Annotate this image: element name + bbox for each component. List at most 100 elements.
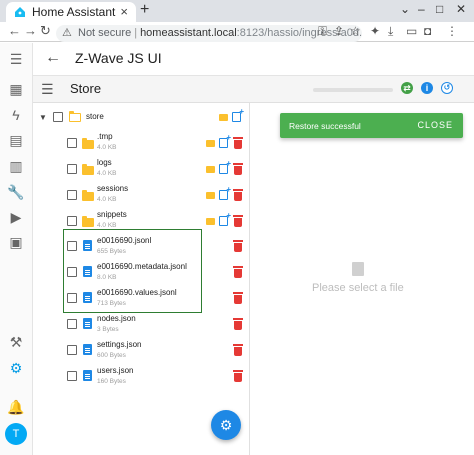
hammer-icon[interactable]: ⚒ xyxy=(8,334,24,350)
item-checkbox[interactable] xyxy=(67,138,77,148)
delete-icon[interactable] xyxy=(233,344,243,356)
item-name[interactable]: logs xyxy=(97,158,112,167)
folder-icon xyxy=(82,190,94,201)
maximize-icon[interactable]: □ xyxy=(436,2,443,16)
new-folder-icon[interactable] xyxy=(206,218,215,225)
menu-icon[interactable]: ☰ xyxy=(8,51,24,67)
delete-icon[interactable] xyxy=(233,266,243,278)
url-host: homeassistant.local xyxy=(140,27,237,39)
zwave-toolbar: ☰ Store ⇄ i ↺ xyxy=(33,76,474,103)
new-folder-icon[interactable] xyxy=(219,114,228,121)
bell-icon[interactable]: 🔔 xyxy=(7,399,24,415)
app-title: Z-Wave JS UI xyxy=(75,50,162,66)
item-checkbox[interactable] xyxy=(67,164,77,174)
profile-icon[interactable]: ◘ xyxy=(424,24,431,38)
new-file-icon[interactable] xyxy=(219,211,231,226)
ha-sidebar: ☰ ▦ ϟ ▤ ▥ 🔧 ▶ ▣ ⚒ ⚙ 🔔 T xyxy=(0,43,33,455)
new-folder-icon[interactable] xyxy=(206,192,215,199)
energy-icon[interactable]: ϟ xyxy=(8,107,24,123)
expand-toggle-icon[interactable]: ▼ xyxy=(39,113,47,122)
item-size: 4.0 KB xyxy=(97,170,117,177)
download-icon[interactable]: ⤓ xyxy=(388,24,393,39)
media-icon[interactable]: ▶ xyxy=(8,209,24,225)
key-icon[interactable]: ⚿ xyxy=(318,24,327,39)
avatar[interactable]: T xyxy=(5,423,27,445)
snackbar-message: Restore successful xyxy=(289,121,361,131)
url-field[interactable]: ⚠ Not secure | homeassistant.local:8123/ha… xyxy=(56,25,362,42)
new-folder-icon[interactable] xyxy=(206,140,215,147)
item-name[interactable]: snippets xyxy=(97,210,127,219)
browser-forward-icon[interactable]: → xyxy=(24,23,37,38)
delete-icon[interactable] xyxy=(233,318,243,330)
snackbar-close-button[interactable]: CLOSE xyxy=(417,120,453,130)
history-restore-icon[interactable]: ↺ xyxy=(441,82,453,94)
app-bar: ← Z-Wave JS UI xyxy=(33,43,474,76)
extensions-icon[interactable]: ✦ xyxy=(370,24,380,38)
item-size: 600 Bytes xyxy=(97,352,126,359)
selection-highlight xyxy=(63,229,202,313)
item-size: 4.0 KB xyxy=(97,222,117,229)
new-file-icon[interactable] xyxy=(219,185,231,200)
item-name[interactable]: settings.json xyxy=(97,340,141,349)
info-icon[interactable]: i xyxy=(421,82,433,94)
back-arrow-icon[interactable]: ← xyxy=(45,49,61,67)
security-label: Not secure xyxy=(78,27,132,39)
delete-icon[interactable] xyxy=(233,292,243,304)
item-size: 160 Bytes xyxy=(97,378,126,385)
item-checkbox[interactable] xyxy=(67,371,77,381)
root-checkbox[interactable] xyxy=(53,112,63,122)
item-name[interactable]: .tmp xyxy=(97,132,113,141)
root-folder-name[interactable]: store xyxy=(86,112,104,121)
item-size: 4.0 KB xyxy=(97,144,117,151)
delete-icon[interactable] xyxy=(233,189,243,201)
not-secure-icon: ⚠ xyxy=(62,27,72,39)
delete-icon[interactable] xyxy=(233,240,243,252)
new-folder-icon[interactable] xyxy=(206,166,215,173)
todo-icon[interactable]: ▣ xyxy=(8,234,24,250)
browser-tab[interactable]: Home Assistant × xyxy=(6,2,136,22)
page-title: Store xyxy=(70,81,102,96)
settings-icon[interactable]: ⚙ xyxy=(8,360,24,376)
window-close-icon[interactable]: ✕ xyxy=(456,2,466,16)
hamburger-menu-icon[interactable]: ☰ xyxy=(41,81,54,98)
empty-state-text: Please select a file xyxy=(312,282,404,294)
reload-icon[interactable]: ↻ xyxy=(40,23,51,39)
new-file-icon[interactable] xyxy=(219,133,231,148)
developer-icon[interactable]: 🔧 xyxy=(7,184,24,200)
tab-title: Home Assistant xyxy=(32,5,116,19)
item-name[interactable]: nodes.json xyxy=(97,314,136,323)
new-tab-button[interactable]: + xyxy=(140,1,149,19)
settings-fab-button[interactable]: ⚙ xyxy=(211,410,241,440)
file-icon xyxy=(83,344,92,355)
reading-list-icon[interactable]: ▭ xyxy=(406,24,417,38)
snackbar: Restore successful CLOSE xyxy=(280,113,463,138)
browser-tab-bar: Home Assistant × + ⌄ – □ ✕ xyxy=(0,0,474,22)
bookmark-star-icon[interactable]: ☆ xyxy=(350,24,361,38)
sync-icon[interactable]: ⇄ xyxy=(401,82,413,94)
delete-icon[interactable] xyxy=(233,137,243,149)
item-checkbox[interactable] xyxy=(67,345,77,355)
browser-menu-icon[interactable]: ⋮ xyxy=(446,24,458,38)
delete-icon[interactable] xyxy=(233,163,243,175)
minimize-icon[interactable]: – xyxy=(418,2,425,16)
item-size: 3 Bytes xyxy=(97,326,119,333)
history-icon[interactable]: ▥ xyxy=(8,158,24,174)
item-name[interactable]: sessions xyxy=(97,184,128,193)
folder-icon xyxy=(82,164,94,175)
delete-icon[interactable] xyxy=(233,370,243,382)
item-checkbox[interactable] xyxy=(67,190,77,200)
new-file-icon[interactable] xyxy=(219,159,231,174)
tab-close-icon[interactable]: × xyxy=(120,2,128,22)
item-checkbox[interactable] xyxy=(67,319,77,329)
browser-back-icon[interactable]: ← xyxy=(8,23,21,38)
logbook-icon[interactable]: ▤ xyxy=(8,132,24,148)
item-name[interactable]: users.json xyxy=(97,366,133,375)
file-icon xyxy=(83,370,92,381)
folder-icon xyxy=(82,138,94,149)
item-checkbox[interactable] xyxy=(67,216,77,226)
share-icon[interactable]: ⇪ xyxy=(334,24,344,38)
delete-icon[interactable] xyxy=(233,215,243,227)
dashboard-icon[interactable]: ▦ xyxy=(8,81,24,97)
chevron-down-icon[interactable]: ⌄ xyxy=(400,2,410,16)
new-file-icon[interactable] xyxy=(232,107,244,122)
